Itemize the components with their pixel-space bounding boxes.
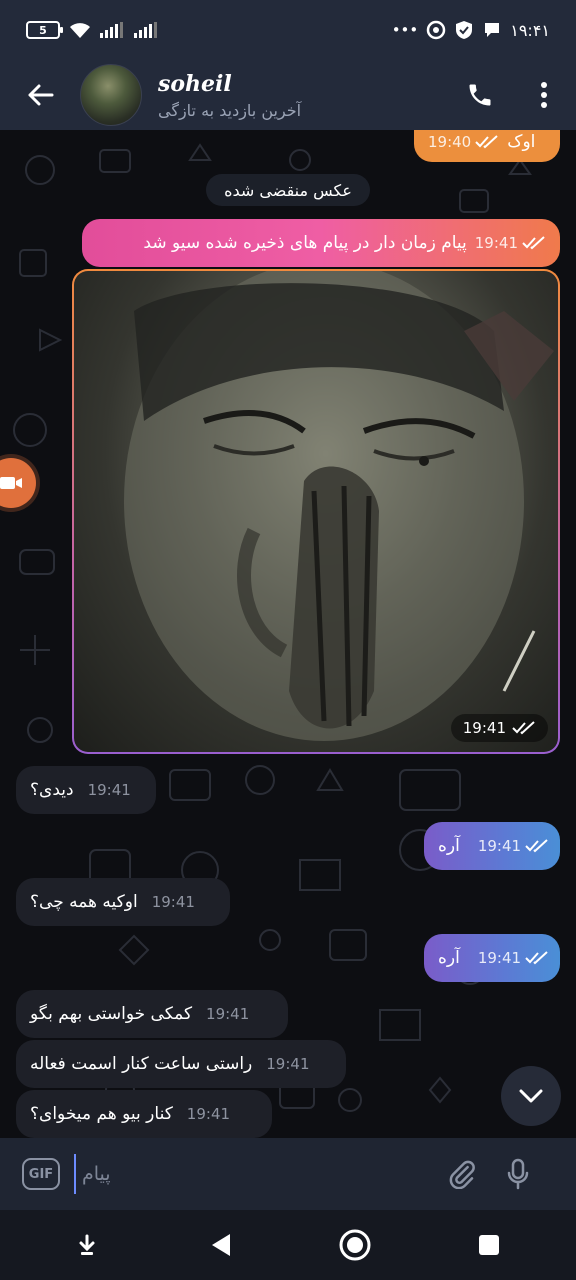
message-text: کنار بیو هم میخوای؟ bbox=[30, 1104, 173, 1124]
download-arrow-icon bbox=[79, 1234, 95, 1255]
message-time: 19:41 bbox=[186, 1105, 231, 1123]
message-outgoing-are-1[interactable]: آره 19:41 bbox=[424, 822, 560, 870]
message-time: 19:41 bbox=[266, 1055, 310, 1073]
message-text: پیام زمان دار در پیام های ذخیره شده سیو … bbox=[143, 233, 467, 253]
message-composer: GIF bbox=[0, 1138, 576, 1210]
back-button[interactable] bbox=[0, 60, 80, 130]
signal-icon-2 bbox=[134, 22, 157, 38]
more-vert-icon bbox=[541, 82, 547, 108]
nav-back-button[interactable] bbox=[191, 1215, 251, 1275]
nav-recents-button[interactable] bbox=[459, 1215, 519, 1275]
message-meta: 19:41 bbox=[88, 781, 131, 799]
photo-image[interactable]: 19:41 bbox=[74, 271, 558, 752]
video-camera-icon bbox=[0, 477, 22, 489]
message-meta: 19:41 bbox=[478, 949, 549, 967]
message-text: آره bbox=[438, 836, 460, 856]
contact-info[interactable]: soheil آخرین بازدید به تازگی bbox=[158, 71, 448, 120]
double-check-icon bbox=[475, 135, 498, 149]
message-meta: 19:41 bbox=[266, 1055, 309, 1073]
battery-icon: 5 bbox=[26, 21, 63, 39]
voice-record-button[interactable] bbox=[490, 1138, 546, 1210]
double-check-icon bbox=[525, 839, 548, 853]
photo-time-badge: 19:41 bbox=[450, 714, 548, 742]
verified-icon bbox=[456, 21, 473, 39]
message-meta: 19:41 bbox=[187, 1105, 230, 1123]
message-meta: 19:41 bbox=[206, 1005, 249, 1023]
more-options-button[interactable] bbox=[512, 60, 576, 130]
double-check-icon bbox=[525, 951, 548, 965]
message-text: اوک bbox=[507, 132, 536, 152]
wifi-icon bbox=[70, 23, 90, 38]
message-incoming-help[interactable]: کمکی خواستی بهم بگو 19:41 bbox=[16, 990, 288, 1038]
message-time: 19:41 bbox=[206, 1005, 250, 1023]
paperclip-icon bbox=[449, 1160, 475, 1189]
arrow-left-icon bbox=[28, 84, 54, 106]
more-notifications-icon: ••• bbox=[391, 21, 419, 39]
message-incoming-bio[interactable]: کنار بیو هم میخوای؟ 19:41 bbox=[16, 1090, 272, 1138]
message-time: 19:41 bbox=[462, 719, 506, 737]
photo-illustration bbox=[124, 271, 554, 741]
message-incoming-didi[interactable]: دیدی؟ 19:41 bbox=[16, 766, 156, 814]
message-time: 19:41 bbox=[474, 234, 518, 252]
message-text: اوکیه همه چی؟ bbox=[30, 892, 138, 912]
service-message: عکس منقضی شده bbox=[206, 174, 370, 206]
message-meta: 19:40 bbox=[428, 133, 499, 151]
message-text: آره bbox=[438, 948, 460, 968]
message-time: 19:41 bbox=[151, 893, 195, 911]
chat-header: soheil آخرین بازدید به تازگی bbox=[0, 60, 576, 130]
message-text: راستی ساعت کنار اسمت فعاله bbox=[30, 1054, 253, 1074]
attach-button[interactable] bbox=[434, 1138, 490, 1210]
message-time: 19:41 bbox=[477, 949, 522, 967]
app-notification-icon bbox=[426, 20, 446, 40]
chevron-down-icon bbox=[519, 1089, 543, 1103]
avatar[interactable] bbox=[80, 64, 142, 126]
status-bar: 5 ••• ۱۹:۴۱ bbox=[0, 0, 576, 60]
message-outgoing-are-2[interactable]: آره 19:41 bbox=[424, 934, 560, 982]
message-time: 19:40 bbox=[428, 133, 472, 151]
nav-collapse-button[interactable] bbox=[57, 1215, 117, 1275]
message-outgoing-ok[interactable]: 19:40 اوک bbox=[414, 130, 560, 162]
message-meta: 19:41 bbox=[478, 837, 549, 855]
last-seen-status: آخرین بازدید به تازگی bbox=[158, 100, 302, 120]
triangle-back-icon bbox=[212, 1234, 230, 1256]
double-check-icon bbox=[512, 721, 535, 735]
double-check-icon bbox=[522, 236, 545, 250]
battery-level: 5 bbox=[39, 23, 47, 37]
message-meta: 19:41 bbox=[475, 234, 546, 252]
message-outgoing-saved[interactable]: پیام زمان دار در پیام های ذخیره شده سیو … bbox=[82, 219, 560, 267]
status-right: ••• ۱۹:۴۱ bbox=[392, 20, 550, 40]
gif-label: GIF bbox=[28, 1166, 54, 1182]
status-left: 5 bbox=[26, 21, 160, 39]
scroll-to-bottom-button[interactable] bbox=[501, 1066, 561, 1126]
chat-area[interactable]: 19:40 اوک عکس منقضی شده پیام زمان دار در… bbox=[0, 130, 576, 1138]
message-incoming-clock[interactable]: راستی ساعت کنار اسمت فعاله 19:41 bbox=[16, 1040, 346, 1088]
chat-bubble-icon bbox=[485, 23, 500, 37]
circle-home-icon bbox=[339, 1229, 371, 1261]
photo-message[interactable]: 19:41 bbox=[72, 269, 560, 754]
message-meta: 19:41 bbox=[152, 893, 195, 911]
message-time: 19:41 bbox=[87, 781, 131, 799]
nav-home-button[interactable] bbox=[325, 1215, 385, 1275]
microphone-icon bbox=[507, 1158, 529, 1190]
call-button[interactable] bbox=[448, 60, 512, 130]
system-nav-bar bbox=[0, 1210, 576, 1280]
square-recents-icon bbox=[479, 1235, 499, 1255]
message-text: دیدی؟ bbox=[30, 780, 74, 800]
signal-icon bbox=[100, 22, 123, 38]
gif-button[interactable]: GIF bbox=[22, 1158, 60, 1190]
status-time: ۱۹:۴۱ bbox=[510, 20, 550, 40]
message-incoming-okie[interactable]: اوکیه همه چی؟ 19:41 bbox=[16, 878, 230, 926]
message-text: کمکی خواستی بهم بگو bbox=[30, 1004, 193, 1024]
message-input[interactable] bbox=[74, 1154, 434, 1194]
message-time: 19:41 bbox=[477, 837, 522, 855]
contact-name: soheil bbox=[158, 70, 232, 97]
phone-icon bbox=[469, 84, 491, 106]
